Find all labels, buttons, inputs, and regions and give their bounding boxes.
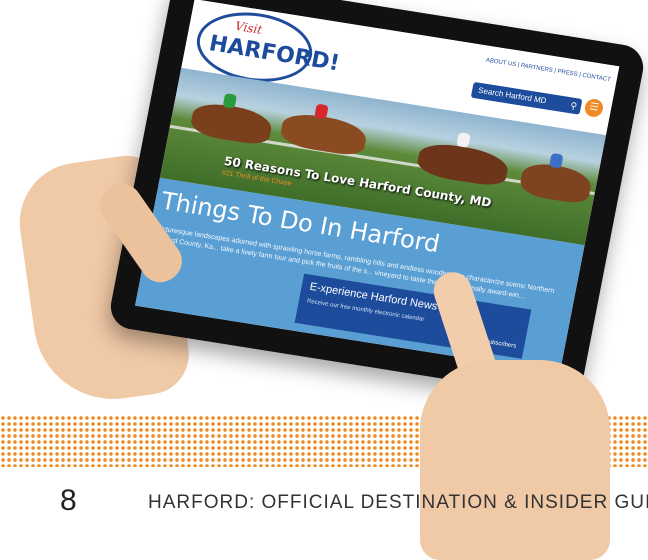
page-number: 8 [60, 484, 77, 517]
right-hand [420, 360, 610, 560]
logo-visit-text: Visit [233, 18, 264, 37]
tablet-screen: Visit HARFORD! ABOUT US | PARTNERS | PRE… [135, 0, 620, 373]
search-input[interactable]: Search Harford MD ⚲ [470, 81, 583, 115]
tablet-device: Visit HARFORD! ABOUT US | PARTNERS | PRE… [106, 0, 648, 401]
guide-title: HARFORD: OFFICIAL DESTINATION & INSIDER … [148, 492, 648, 513]
menu-icon[interactable]: ☰ [583, 97, 605, 119]
logo-main-text: HARFORD! [207, 31, 342, 77]
search-placeholder: Search Harford MD [477, 85, 548, 106]
search-icon[interactable]: ⚲ [569, 97, 579, 114]
racehorse [415, 140, 511, 188]
jockey [456, 132, 471, 148]
page-footer: 8 HARFORD: OFFICIAL DESTINATION & INSIDE… [0, 470, 648, 520]
top-nav-links[interactable]: ABOUT US | PARTNERS | PRESS | CONTACT [485, 58, 611, 84]
